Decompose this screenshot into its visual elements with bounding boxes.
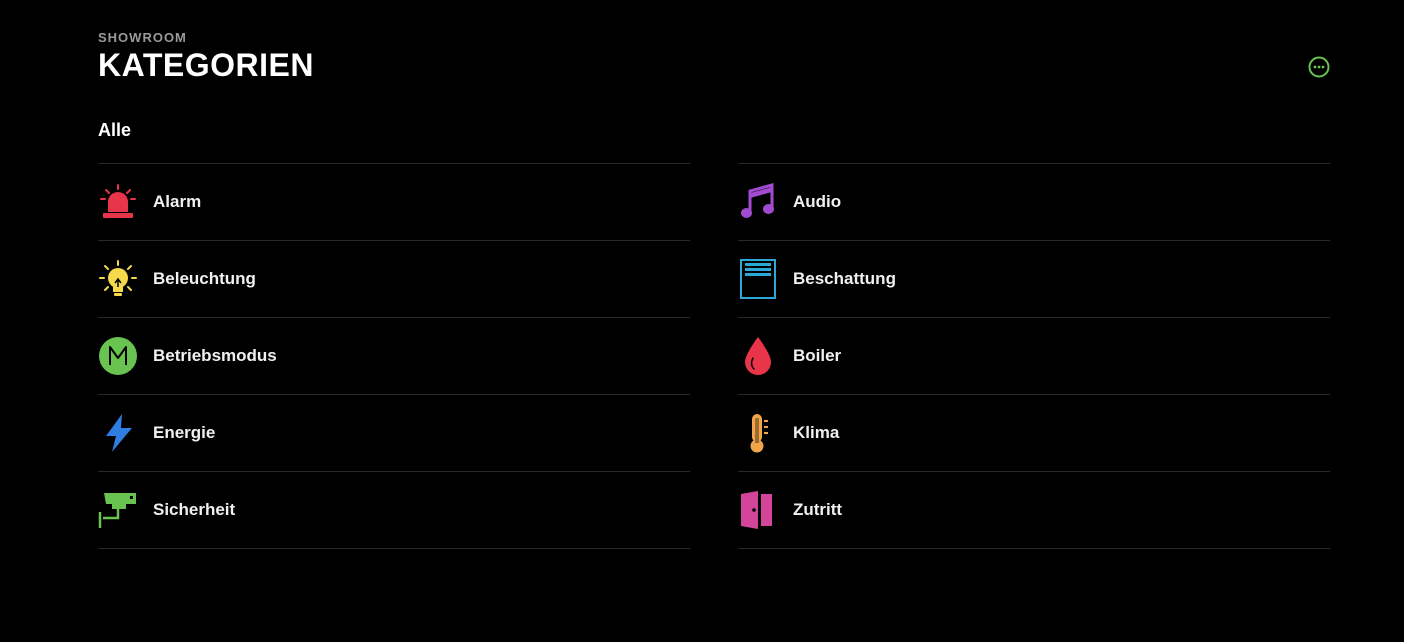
alarm-siren-icon	[98, 182, 138, 222]
category-label: Betriebsmodus	[153, 346, 277, 365]
category-label: Klima	[793, 423, 840, 442]
category-item-beschattung[interactable]: Beschattung	[738, 240, 1330, 317]
category-item-beleuchtung[interactable]: Beleuchtung	[98, 240, 690, 317]
category-label: Boiler	[793, 346, 842, 365]
category-item-energie[interactable]: Energie	[98, 394, 690, 471]
category-item-alarm[interactable]: Alarm	[98, 163, 690, 240]
category-item-betriebsmodus[interactable]: Betriebsmodus	[98, 317, 690, 394]
category-label: Sicherheit	[153, 500, 236, 519]
category-label: Zutritt	[793, 500, 843, 519]
security-camera-icon	[98, 490, 138, 530]
category-label: Energie	[153, 423, 216, 442]
music-note-icon	[738, 182, 778, 222]
more-options-button[interactable]	[1308, 56, 1330, 78]
more-circle-icon	[1308, 56, 1330, 78]
mode-m-icon	[98, 336, 138, 376]
category-item-sicherheit[interactable]: Sicherheit	[98, 471, 690, 549]
category-label: Audio	[793, 192, 842, 211]
blinds-icon	[738, 259, 778, 299]
category-label: Beleuchtung	[153, 269, 256, 288]
category-item-klima[interactable]: Klima	[738, 394, 1330, 471]
section-label-all: Alle	[98, 120, 132, 140]
category-item-zutritt[interactable]: Zutritt	[738, 471, 1330, 549]
category-list-left: Alarm Beleuchtung Betriebsmodus Energie …	[98, 163, 690, 549]
lightbulb-icon	[98, 259, 138, 299]
page-header: SHOWROOM KATEGORIEN	[98, 30, 314, 84]
category-label: Beschattung	[793, 269, 896, 288]
category-list-right: Audio Beschattung Boiler Klima Zutritt	[738, 163, 1330, 549]
thermometer-icon	[738, 413, 778, 453]
page-overline: SHOWROOM	[98, 30, 187, 45]
lightning-icon	[98, 413, 138, 453]
category-item-audio[interactable]: Audio	[738, 163, 1330, 240]
category-label: Alarm	[153, 192, 202, 211]
page-title: KATEGORIEN	[98, 47, 314, 83]
door-icon	[738, 490, 778, 530]
water-drop-icon	[738, 336, 778, 376]
category-item-boiler[interactable]: Boiler	[738, 317, 1330, 394]
